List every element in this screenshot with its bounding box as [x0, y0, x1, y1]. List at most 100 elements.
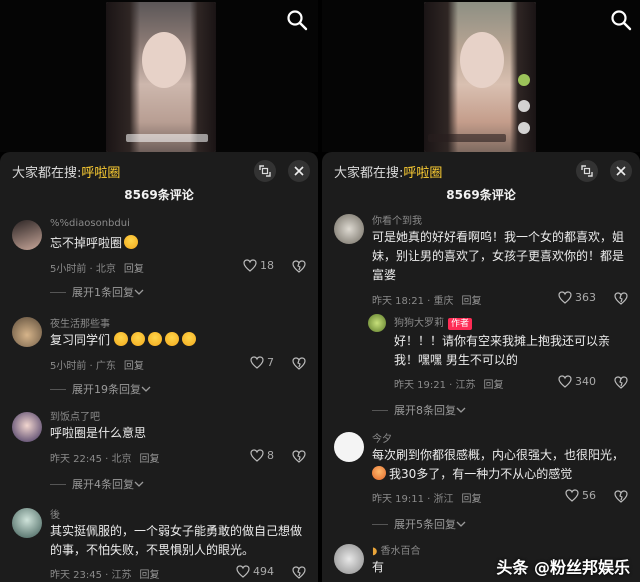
comment-count-title: 8569条评论 — [446, 188, 516, 202]
face-shape — [142, 32, 186, 88]
avatar[interactable] — [368, 314, 386, 332]
comment-meta: 昨天 22:45 · 北京 回复 — [50, 450, 160, 465]
comment-username-text: 香水百合 — [380, 546, 421, 557]
comment-text: 每次刷到你都很感概，内心很强大，也很阳光， 我30多了，有一种力不从心的感觉 — [372, 446, 626, 484]
emoji-icon — [147, 332, 162, 346]
like-button[interactable]: 18 — [243, 259, 274, 272]
like-button[interactable]: 340 — [558, 375, 596, 388]
dislike-icon[interactable] — [614, 376, 628, 389]
expand-replies-label: 展开4条回复 — [72, 478, 134, 491]
hot-search[interactable]: 大家都在搜:呼啦圈 — [334, 162, 442, 181]
expand-replies[interactable]: 展开4条回复 — [50, 476, 144, 492]
comment-username[interactable]: 今夕 — [372, 430, 392, 445]
like-button[interactable]: 8 — [250, 449, 274, 462]
reply-button[interactable]: 回复 — [140, 570, 160, 581]
emoji-icon — [372, 466, 386, 480]
like-button[interactable]: 363 — [558, 291, 596, 304]
search-icon[interactable] — [286, 9, 308, 31]
like-count: 8 — [267, 449, 274, 462]
reply-button[interactable]: 回复 — [140, 454, 160, 465]
comment-text: 好！！！请你有空来我摊上抱我还可以亲我！嘿嘿 男生不可以的 — [394, 334, 611, 367]
hot-search-hint: 大家都在搜: — [12, 166, 82, 181]
comment-text: 呼啦圈是什么意思 — [50, 426, 147, 440]
avatar[interactable] — [12, 317, 42, 347]
comment-time: 5小时前 · 广东 — [50, 361, 116, 372]
dislike-icon[interactable] — [292, 566, 306, 579]
watermark: 头条 @粉丝邦娱乐 — [496, 558, 630, 577]
like-button[interactable]: 494 — [236, 565, 274, 578]
dislike-icon[interactable] — [614, 490, 628, 503]
avatar[interactable] — [334, 544, 364, 574]
avatar[interactable] — [12, 220, 42, 250]
comment-text-line-2: 我30多了，有一种力不从心的感觉 — [372, 465, 626, 484]
close-icon — [616, 166, 626, 176]
comment-username[interactable]: ◗ 香水百合 — [372, 542, 420, 557]
heart-icon — [558, 375, 572, 388]
heart-icon[interactable] — [518, 100, 530, 112]
dislike-icon[interactable] — [292, 450, 306, 463]
video-preview[interactable] — [322, 0, 640, 152]
author-badge: 作者 — [448, 318, 473, 330]
comment-sheet: 大家都在搜:呼啦圈 8569条评论 %%diaosonbdui 忘不掉呼啦圈 5… — [0, 152, 318, 582]
divider-line — [50, 291, 66, 293]
expand-icon — [581, 165, 593, 177]
comment-username[interactable]: 夜生活那些事 — [50, 315, 110, 330]
avatar[interactable] — [334, 214, 364, 244]
like-count: 363 — [575, 291, 596, 304]
reply-button[interactable]: 回复 — [462, 296, 482, 307]
comment-text-content: 我30多了，有一种力不从心的感觉 — [389, 467, 573, 481]
comment-count-title: 8569条评论 — [124, 188, 194, 202]
comment-time: 昨天 19:21 · 江苏 — [394, 380, 476, 391]
comment-username[interactable]: %%diaosonbdui — [50, 218, 130, 229]
expand-button[interactable] — [576, 160, 598, 182]
hot-search-hint: 大家都在搜: — [334, 166, 404, 181]
emoji-icon — [130, 332, 145, 346]
reply-button[interactable]: 回复 — [484, 380, 504, 391]
close-button[interactable] — [288, 160, 310, 182]
like-count: 18 — [260, 259, 274, 272]
expand-button[interactable] — [254, 160, 276, 182]
hair-shape — [106, 2, 140, 152]
video-preview[interactable] — [0, 0, 318, 152]
comment-meta: 5小时前 · 北京 回复 — [50, 260, 144, 275]
reply-button[interactable]: 回复 — [124, 264, 144, 275]
comment-text-content: 复习同学们 — [50, 333, 111, 347]
comment-meta: 昨天 19:11 · 浙江 回复 — [372, 490, 482, 505]
comment-time: 昨天 19:11 · 浙江 — [372, 494, 454, 505]
video-thumbnail[interactable] — [424, 2, 536, 152]
like-button[interactable]: 56 — [565, 489, 596, 502]
divider-line — [372, 523, 388, 525]
search-icon[interactable] — [610, 9, 632, 31]
comment-username[interactable]: 到饭点了吧 — [50, 408, 100, 423]
hair-shape — [190, 2, 216, 152]
expand-replies[interactable]: 展开1条回复 — [50, 284, 144, 300]
avatar[interactable] — [12, 412, 42, 442]
hot-search-keyword[interactable]: 呼啦圈 — [81, 166, 120, 181]
comment-username[interactable]: 你看个到我 — [372, 212, 422, 227]
avatar-icon[interactable] — [518, 74, 530, 86]
video-caption — [428, 134, 506, 142]
hot-search[interactable]: 大家都在搜:呼啦圈 — [12, 162, 120, 181]
comment-username[interactable]: 狗狗大罗莉 作者 — [394, 314, 473, 330]
like-button[interactable]: 7 — [250, 356, 274, 369]
avatar[interactable] — [334, 432, 364, 462]
expand-replies-label: 展开1条回复 — [72, 286, 134, 299]
video-thumbnail[interactable] — [106, 2, 216, 152]
comment-icon[interactable] — [518, 122, 530, 134]
expand-replies[interactable]: 展开5条回复 — [372, 516, 466, 532]
dislike-icon[interactable] — [292, 357, 306, 370]
close-icon — [294, 166, 304, 176]
comment-time: 5小时前 · 北京 — [50, 264, 116, 275]
avatar[interactable] — [12, 508, 42, 538]
expand-replies[interactable]: 展开19条回复 — [50, 381, 151, 397]
right-screen: 大家都在搜:呼啦圈 8569条评论 你看个到我 可是她真的好好看啊呜！我一个女的… — [322, 0, 640, 582]
expand-replies[interactable]: 展开8条回复 — [372, 402, 466, 418]
hot-search-keyword[interactable]: 呼啦圈 — [403, 166, 442, 181]
reply-button[interactable]: 回复 — [462, 494, 482, 505]
comment-username[interactable]: 後 — [50, 506, 60, 521]
dislike-icon[interactable] — [614, 292, 628, 305]
dislike-icon[interactable] — [292, 260, 306, 273]
close-button[interactable] — [610, 160, 632, 182]
comment-text-line: 每次刷到你都很感概，内心很强大，也很阳光， — [372, 448, 625, 462]
reply-button[interactable]: 回复 — [124, 361, 144, 372]
